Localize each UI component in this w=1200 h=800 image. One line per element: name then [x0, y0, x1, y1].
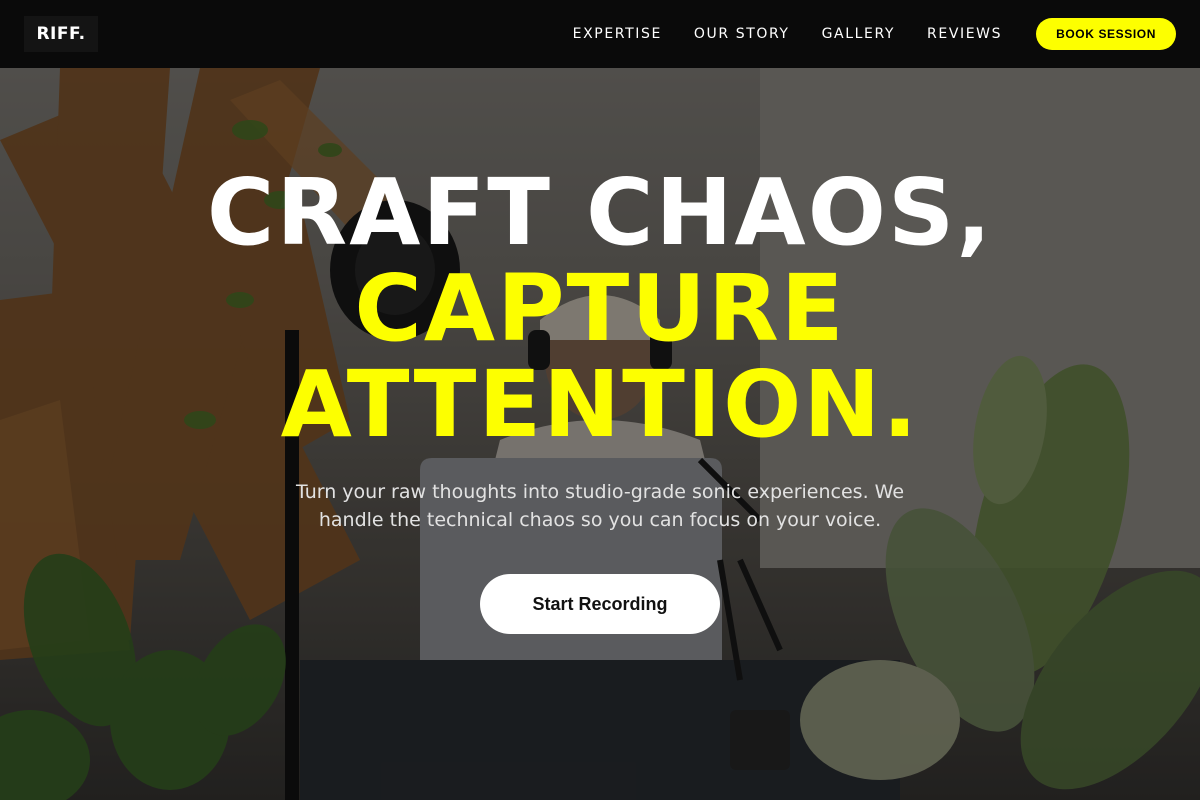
- headline-line-3: ATTENTION.: [280, 351, 920, 458]
- book-session-button[interactable]: BOOK SESSION: [1036, 18, 1176, 50]
- start-recording-button[interactable]: Start Recording: [480, 574, 720, 634]
- top-navbar: RIFF. EXPERTISE OUR STORY GALLERY REVIEW…: [0, 0, 1200, 68]
- nav-link-expertise[interactable]: EXPERTISE: [573, 26, 662, 42]
- nav-link-our-story[interactable]: OUR STORY: [694, 26, 790, 42]
- nav-link-gallery[interactable]: GALLERY: [822, 26, 895, 42]
- headline-line-2: CAPTURE: [354, 255, 846, 362]
- hero-section: CRAFT CHAOS, CAPTURE ATTENTION. Turn you…: [0, 68, 1200, 800]
- nav-link-reviews[interactable]: REVIEWS: [927, 26, 1002, 42]
- hero-subtext: Turn your raw thoughts into studio-grade…: [295, 481, 905, 531]
- brand-logo[interactable]: RIFF.: [24, 16, 98, 52]
- main-nav: EXPERTISE OUR STORY GALLERY REVIEWS BOOK…: [573, 18, 1176, 50]
- headline-line-1: CRAFT CHAOS,: [206, 159, 994, 266]
